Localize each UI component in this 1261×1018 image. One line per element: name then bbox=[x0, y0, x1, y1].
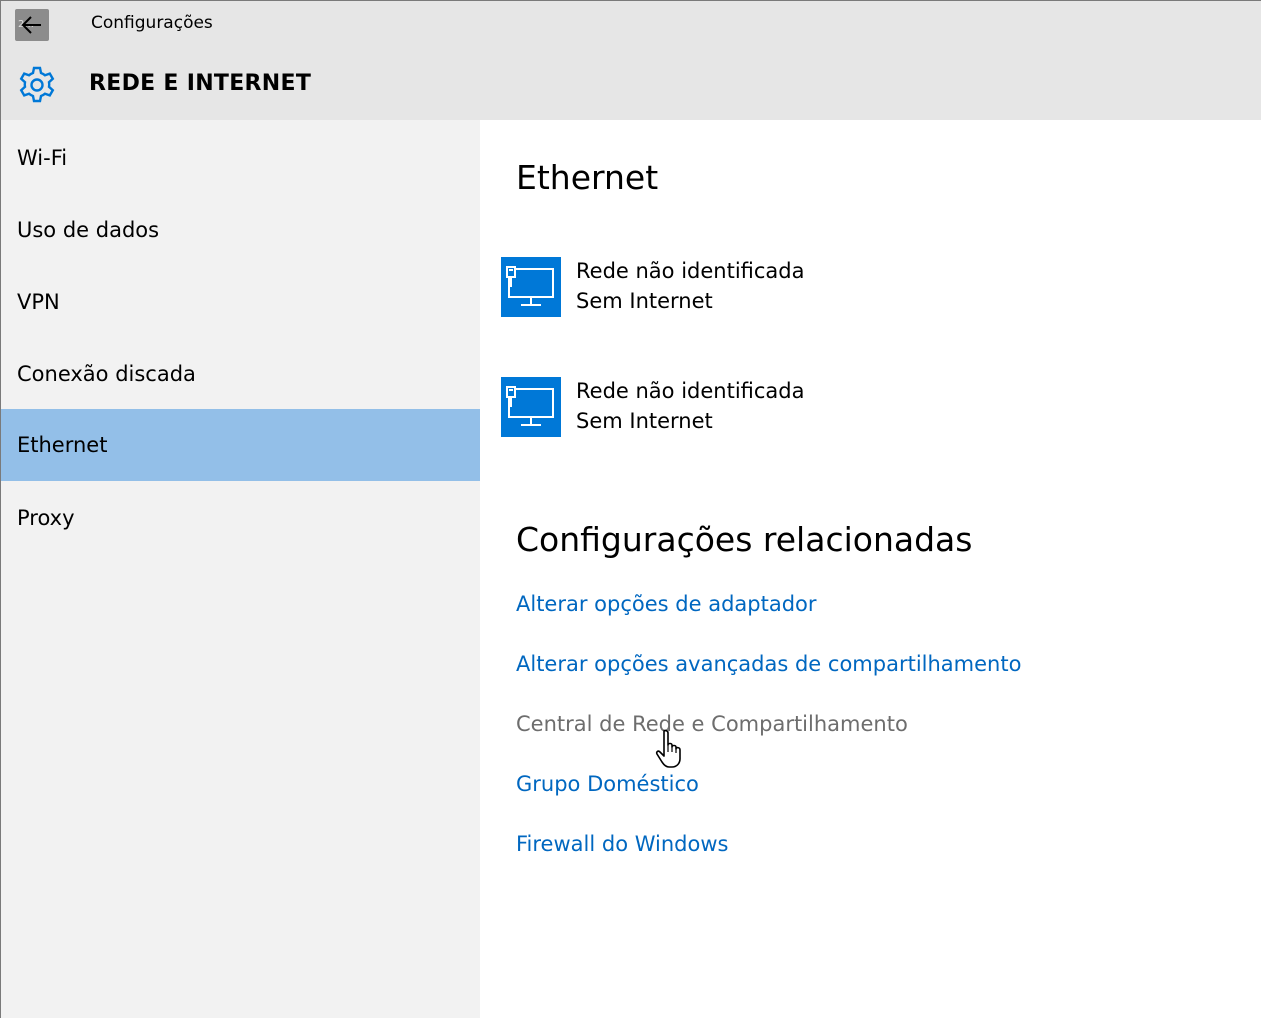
page-title: Ethernet bbox=[516, 158, 659, 197]
related-settings-title: Configurações relacionadas bbox=[516, 520, 973, 559]
back-arrow-icon bbox=[21, 16, 41, 34]
sidebar-item-proxy[interactable]: Proxy bbox=[1, 482, 480, 554]
sidebar-item-ethernet[interactable]: Ethernet bbox=[1, 409, 480, 481]
network-status: Sem Internet bbox=[576, 409, 713, 433]
network-item[interactable]: Rede não identificada Sem Internet bbox=[501, 377, 1101, 439]
network-status: Sem Internet bbox=[576, 289, 713, 313]
window-title: Configurações bbox=[91, 13, 213, 33]
gear-icon bbox=[19, 66, 55, 103]
sidebar-item-vpn[interactable]: VPN bbox=[1, 266, 480, 338]
link-adapter-options[interactable]: Alterar opções de adaptador bbox=[516, 592, 817, 616]
network-item[interactable]: Rede não identificada Sem Internet bbox=[501, 257, 1101, 319]
network-name: Rede não identificada bbox=[576, 259, 805, 283]
sidebar-item-data-usage[interactable]: Uso de dados bbox=[1, 194, 480, 266]
sidebar-item-wifi[interactable]: Wi-Fi bbox=[1, 122, 480, 194]
link-advanced-sharing[interactable]: Alterar opções avançadas de compartilham… bbox=[516, 652, 1021, 676]
main-content: Ethernet Rede não identificada Sem Inter… bbox=[480, 120, 1261, 1018]
back-button[interactable]: 2... bbox=[15, 9, 49, 41]
link-network-sharing-center[interactable]: Central de Rede e Compartilhamento bbox=[516, 712, 908, 736]
link-homegroup[interactable]: Grupo Doméstico bbox=[516, 772, 699, 796]
sidebar: Wi-Fi Uso de dados VPN Conexão discada E… bbox=[1, 120, 480, 1018]
section-title: REDE E INTERNET bbox=[89, 71, 312, 96]
ethernet-monitor-icon bbox=[501, 377, 561, 437]
link-windows-firewall[interactable]: Firewall do Windows bbox=[516, 832, 728, 856]
sidebar-item-dial-up[interactable]: Conexão discada bbox=[1, 338, 480, 410]
ethernet-monitor-icon bbox=[501, 257, 561, 317]
network-name: Rede não identificada bbox=[576, 379, 805, 403]
settings-window: 2... Configurações REDE E INTERNET Wi-Fi… bbox=[0, 0, 1261, 1018]
hand-cursor-icon bbox=[655, 729, 681, 768]
header: 2... Configurações REDE E INTERNET bbox=[1, 1, 1261, 120]
